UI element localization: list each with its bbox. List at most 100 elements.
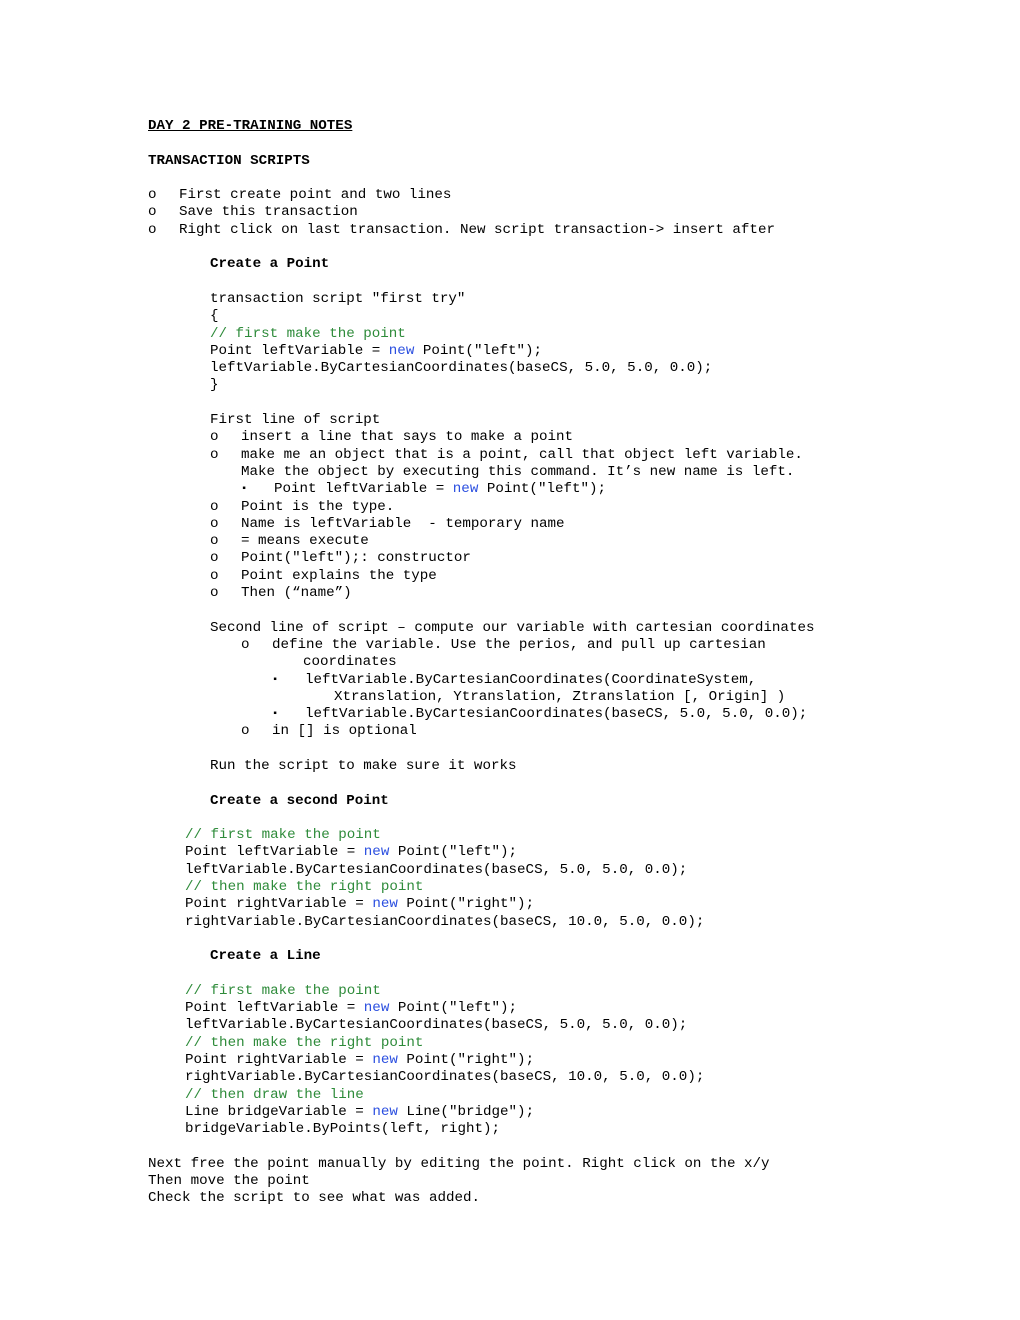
sub-list-item: ▪ leftVariable.ByCartesianCoordinates(ba… xyxy=(148,706,908,723)
code-line: Point leftVariable = new Point("left"); xyxy=(148,1000,908,1017)
list-item-label: insert a line that says to make a point xyxy=(241,429,574,446)
section-heading-transaction-scripts: TRANSACTION SCRIPTS xyxy=(148,152,310,169)
bullet-marker: o xyxy=(210,498,219,515)
bullet-marker: o xyxy=(210,446,219,463)
bullet-marker: o xyxy=(210,533,219,550)
code-line: leftVariable.ByCartesianCoordinates(base… xyxy=(185,861,688,878)
bullet-marker: o xyxy=(241,636,250,653)
run-script-note: Run the script to make sure it works xyxy=(210,757,517,774)
first-line-of-script-title: First line of script xyxy=(210,412,381,429)
page-title: DAY 2 PRE-TRAINING NOTES xyxy=(148,118,353,134)
list-item-label: Save this transaction xyxy=(179,204,358,221)
code-text: Point("left"); xyxy=(389,844,518,861)
sub-list-item-label: leftVariable.ByCartesianCoordinates(base… xyxy=(305,706,808,723)
square-bullet-icon: ▪ xyxy=(272,674,279,686)
code-line: leftVariable.ByCartesianCoordinates(base… xyxy=(210,360,713,377)
list-item-label: Point is the type. xyxy=(241,498,395,515)
list-item-label: Point explains the type xyxy=(241,567,437,584)
subheading-create-a-line: Create a Line xyxy=(210,948,321,965)
code-comment-line: // first make the point xyxy=(185,827,381,844)
list-item-label: Point("left");: constructor xyxy=(241,550,471,567)
bullet-marker: o xyxy=(148,221,157,238)
code-line: Point leftVariable = new Point("left"); xyxy=(148,343,908,360)
code-comment-line: // then draw the line xyxy=(185,1086,364,1103)
list-item: o in [] is optional xyxy=(148,723,908,740)
code-line: transaction script "first try" xyxy=(210,290,466,307)
code-keyword: new xyxy=(452,481,479,498)
code-comment-line: // first make the point xyxy=(210,325,406,342)
code-line: bridgeVariable.ByPoints(left, right); xyxy=(185,1121,501,1138)
code-comment-line: // then make the right point xyxy=(185,879,424,896)
bullet-marker: o xyxy=(241,723,250,740)
code-text: Point leftVariable = xyxy=(185,844,364,861)
code-text: Point leftVariable = xyxy=(274,481,453,498)
code-line: } xyxy=(210,377,219,394)
code-line: { xyxy=(210,308,219,325)
code-line: Line bridgeVariable = new Line("bridge")… xyxy=(148,1104,908,1121)
list-item-label: = means execute xyxy=(241,533,369,550)
bullet-marker: o xyxy=(210,585,219,602)
code-keyword: new xyxy=(363,844,390,861)
closing-line: Next free the point manually by editing … xyxy=(148,1155,770,1172)
bullet-marker: o xyxy=(210,429,219,446)
sub-list-item: ▪ leftVariable.ByCartesianCoordinates(Co… xyxy=(148,672,908,689)
list-item: o define the variable. Use the perios, a… xyxy=(148,637,908,654)
closing-line: Then move the point xyxy=(148,1173,310,1190)
bullet-marker: o xyxy=(210,550,219,567)
list-item: o insert a line that says to make a poin… xyxy=(148,429,908,446)
list-item: o Name is leftVariable - temporary name xyxy=(148,516,908,533)
list-item-continuation: coordinates xyxy=(303,654,397,671)
code-keyword: new xyxy=(372,1052,398,1069)
square-bullet-icon: ▪ xyxy=(272,709,279,721)
list-item: o Then (“name”) xyxy=(148,585,908,602)
bullet-marker: o xyxy=(148,187,157,204)
closing-line: Check the script to see what was added. xyxy=(148,1190,481,1207)
list-item: o Save this transaction xyxy=(148,204,908,221)
sub-list-item-continuation: Xtranslation, Ytranslation, Ztranslation… xyxy=(334,688,786,705)
code-text: Point("left"); xyxy=(414,342,543,359)
list-item: o First create point and two lines xyxy=(148,187,908,204)
code-line: leftVariable.ByCartesianCoordinates(base… xyxy=(185,1017,688,1034)
code-text: Line bridgeVariable = xyxy=(185,1103,373,1120)
list-item-continuation: Make the object by executing this comman… xyxy=(241,463,795,480)
square-bullet-icon: ▪ xyxy=(241,484,248,496)
code-comment-line: // then make the right point xyxy=(185,1034,424,1051)
list-item-label: Name is leftVariable - temporary name xyxy=(241,515,565,532)
document-page: DAY 2 PRE-TRAINING NOTES TRANSACTION SCR… xyxy=(0,0,1020,1320)
code-text: Point leftVariable = xyxy=(185,1000,364,1017)
list-item-label: define the variable. Use the perios, and… xyxy=(272,636,766,653)
code-keyword: new xyxy=(363,1000,390,1017)
bullet-marker: o xyxy=(210,567,219,584)
list-item: o make me an object that is a point, cal… xyxy=(148,447,908,464)
code-text: Point rightVariable = xyxy=(185,896,373,913)
code-line: Point leftVariable = new Point("left"); xyxy=(148,844,908,861)
list-item-label: Then (“name”) xyxy=(241,585,352,602)
code-text: Line("bridge"); xyxy=(397,1103,535,1120)
sub-list-item: ▪ Point leftVariable = new Point("left")… xyxy=(148,481,908,498)
code-text: Point leftVariable = xyxy=(210,342,389,359)
list-item: o Point explains the type xyxy=(148,568,908,585)
code-keyword: new xyxy=(372,896,398,913)
list-item-label: Right click on last transaction. New scr… xyxy=(179,221,775,238)
bullet-marker: o xyxy=(210,515,219,532)
document-body: DAY 2 PRE-TRAINING NOTES TRANSACTION SCR… xyxy=(148,118,908,1208)
code-text: Point("left"); xyxy=(478,481,607,498)
code-line: rightVariable.ByCartesianCoordinates(bas… xyxy=(185,913,705,930)
list-item-label: make me an object that is a point, call … xyxy=(241,446,803,463)
code-keyword: new xyxy=(388,342,415,359)
list-item: o = means execute xyxy=(148,533,908,550)
list-item: o Right click on last transaction. New s… xyxy=(148,222,908,239)
list-item: o Point is the type. xyxy=(148,499,908,516)
second-line-of-script-title: Second line of script – compute our vari… xyxy=(210,619,815,636)
